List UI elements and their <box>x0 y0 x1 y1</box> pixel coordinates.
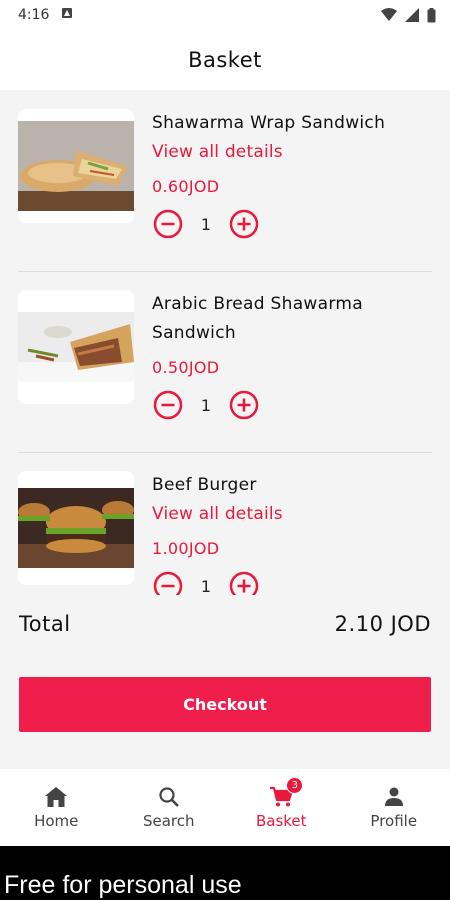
wifi-icon <box>381 8 397 22</box>
decrease-quantity-button[interactable] <box>152 389 184 421</box>
item-image <box>18 471 134 585</box>
quantity-value: 1 <box>200 395 212 415</box>
view-details-link[interactable]: View all details <box>152 500 432 529</box>
status-time: 4:16 <box>18 7 50 23</box>
quantity-stepper: 1 <box>152 208 432 240</box>
decrease-quantity-button[interactable] <box>152 208 184 240</box>
increase-quantity-button[interactable] <box>228 570 260 595</box>
nav-item-search[interactable]: Search <box>113 769 226 846</box>
status-bar: 4:16 <box>0 0 450 30</box>
item-price: 0.60JOD <box>152 177 220 196</box>
item-name: Shawarma Wrap Sandwich <box>152 113 386 133</box>
battery-icon <box>427 7 436 23</box>
signal-icon <box>405 8 419 22</box>
notification-icon <box>61 7 73 23</box>
app-header: Basket <box>0 30 450 90</box>
basket-item: Arabic Bread Shawarma Sandwich 0.50JOD 1 <box>18 272 432 453</box>
item-name: Arabic Bread Shawarma Sandwich <box>152 294 363 343</box>
item-name: Beef Burger <box>152 475 257 495</box>
basket-list[interactable]: Shawarma Wrap Sandwich View all details … <box>0 91 450 595</box>
minus-circle-icon <box>153 571 183 595</box>
view-details-link[interactable]: View all details <box>152 138 432 167</box>
status-right <box>381 7 436 23</box>
home-icon <box>45 786 68 807</box>
increase-quantity-button[interactable] <box>228 208 260 240</box>
watermark-bar: Free for personal use <box>0 846 450 900</box>
quantity-value: 1 <box>200 214 212 234</box>
status-left: 4:16 <box>18 7 73 23</box>
quantity-value: 1 <box>200 576 212 596</box>
total-label: Total <box>19 612 71 636</box>
basket-item: Shawarma Wrap Sandwich View all details … <box>18 91 432 272</box>
minus-circle-icon <box>153 209 183 239</box>
increase-quantity-button[interactable] <box>228 389 260 421</box>
page-title: Basket <box>188 48 262 72</box>
plus-circle-icon <box>229 571 259 595</box>
cart-icon-wrap: 3 <box>269 776 304 812</box>
search-icon <box>159 786 179 807</box>
total-row: Total 2.10 JOD <box>19 612 431 636</box>
quantity-stepper: 1 <box>152 389 432 421</box>
cart-count-badge: 3 <box>286 776 304 794</box>
nav-label-basket: Basket <box>255 811 307 830</box>
decrease-quantity-button[interactable] <box>152 570 184 595</box>
item-price: 1.00JOD <box>152 539 220 558</box>
nav-label-home: Home <box>34 811 79 830</box>
nav-label-profile: Profile <box>370 811 418 830</box>
watermark-text: Free for personal use <box>4 871 242 899</box>
item-info: Shawarma Wrap Sandwich View all details … <box>152 109 432 240</box>
item-info: Beef Burger View all details 1.00JOD 1 <box>152 471 432 595</box>
nav-item-home[interactable]: Home <box>0 769 113 846</box>
nav-item-profile[interactable]: Profile <box>338 769 450 846</box>
nav-label-search: Search <box>142 811 195 830</box>
nav-item-basket[interactable]: 3 Basket <box>225 769 338 846</box>
item-info: Arabic Bread Shawarma Sandwich 0.50JOD 1 <box>152 290 432 421</box>
checkout-button[interactable]: Checkout <box>19 677 431 732</box>
plus-circle-icon <box>229 209 259 239</box>
item-image <box>18 109 134 223</box>
plus-circle-icon <box>229 390 259 420</box>
item-image <box>18 290 134 404</box>
total-value: 2.10 JOD <box>334 612 431 636</box>
basket-item: Beef Burger View all details 1.00JOD 1 <box>18 453 432 595</box>
bottom-nav: Home Search 3 Basket Profile <box>0 769 450 846</box>
quantity-stepper: 1 <box>152 570 432 595</box>
minus-circle-icon <box>153 390 183 420</box>
item-price: 0.50JOD <box>152 358 220 377</box>
profile-icon <box>384 787 403 806</box>
